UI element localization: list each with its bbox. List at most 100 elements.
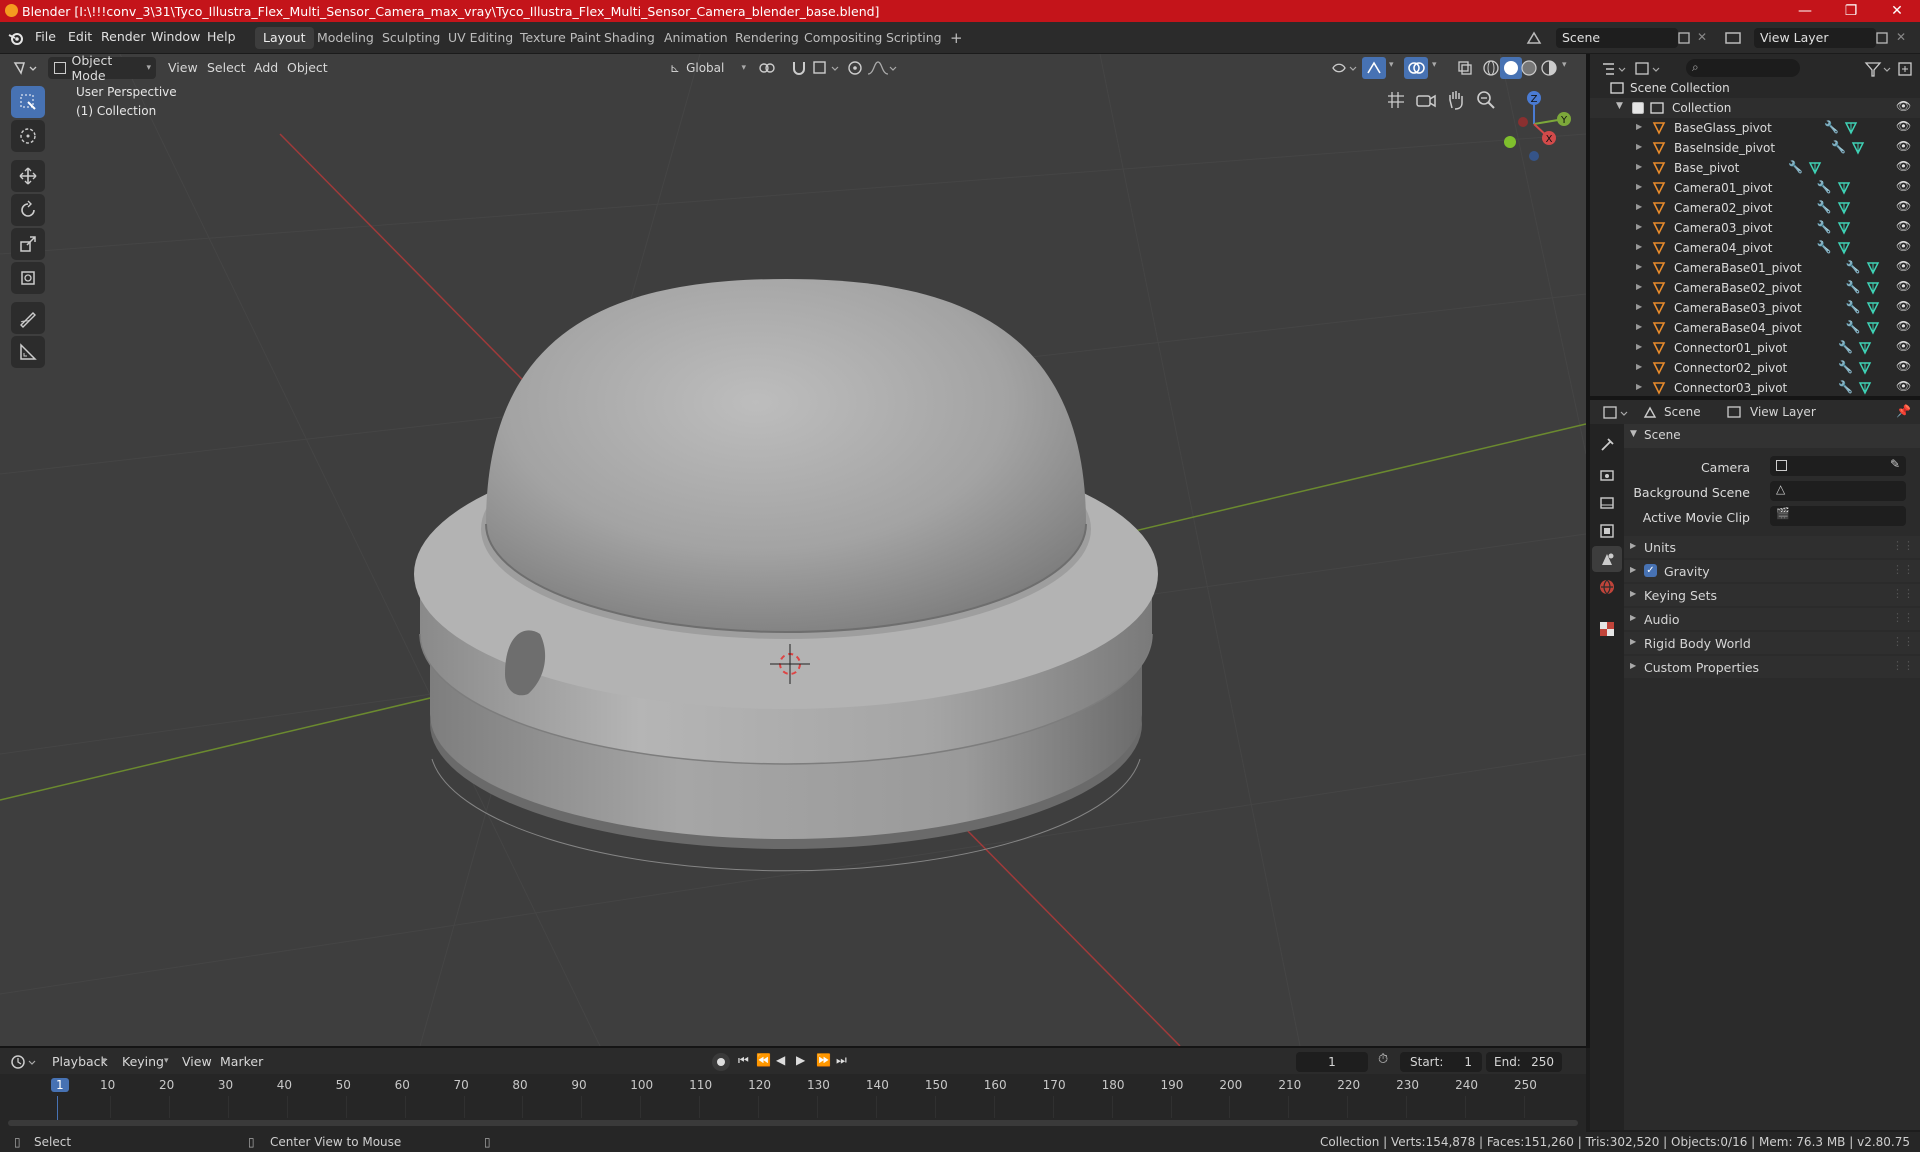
outliner-row-object[interactable]: ▶ Camera02_pivot 🔧 👁 bbox=[1590, 198, 1920, 218]
visibility-eye-icon[interactable]: 👁 bbox=[1896, 239, 1911, 253]
camera-field[interactable]: ✎ bbox=[1770, 456, 1906, 476]
mesh-data-icon[interactable] bbox=[1837, 181, 1851, 195]
expand-arrow-icon[interactable]: ▶ bbox=[1636, 282, 1642, 291]
drag-handle-icon[interactable]: ⋮⋮ bbox=[1892, 635, 1914, 648]
mesh-data-icon[interactable] bbox=[1808, 161, 1822, 175]
visibility-eye-icon[interactable]: 👁 bbox=[1896, 219, 1911, 233]
outliner-editor-type-icon[interactable] bbox=[1600, 60, 1628, 78]
panel-keying-sets[interactable]: ▶ Keying Sets ⋮⋮ bbox=[1624, 584, 1920, 606]
panel-gravity[interactable]: ▶ ✓ Gravity ⋮⋮ bbox=[1624, 560, 1920, 582]
visibility-eye-icon[interactable]: 👁 bbox=[1896, 139, 1911, 153]
output-tab-icon[interactable] bbox=[1598, 494, 1616, 512]
outliner-row-collection[interactable]: ▼ Collection 👁 bbox=[1590, 98, 1920, 118]
outliner-row-object[interactable]: ▶ Connector03_pivot 🔧 👁 bbox=[1590, 378, 1920, 398]
visibility-eye-icon[interactable]: 👁 bbox=[1896, 379, 1911, 393]
mesh-data-icon[interactable] bbox=[1844, 121, 1858, 135]
editor-type-icon[interactable] bbox=[12, 59, 38, 77]
visibility-eye-icon[interactable]: 👁 bbox=[1896, 359, 1911, 373]
visibility-eye-icon[interactable]: 👁 bbox=[1896, 179, 1911, 193]
chevron-down-icon[interactable]: ▾ bbox=[1432, 60, 1437, 70]
outliner-search-input[interactable]: ⌕ bbox=[1686, 59, 1800, 77]
viewport-menu-add[interactable]: Add bbox=[250, 58, 282, 78]
outliner-row-object[interactable]: ▶ Camera01_pivot 🔧 👁 bbox=[1590, 178, 1920, 198]
pan-view-icon[interactable] bbox=[1444, 88, 1468, 112]
properties-editor-type-icon[interactable] bbox=[1602, 404, 1630, 422]
mesh-data-icon[interactable] bbox=[1866, 261, 1880, 275]
tab-uv-editing[interactable]: UV Editing bbox=[440, 27, 521, 49]
filter-icon[interactable] bbox=[1864, 60, 1892, 78]
z-negative-axis[interactable] bbox=[1529, 151, 1539, 161]
close-button[interactable]: ✕ bbox=[1874, 0, 1920, 22]
modifier-icon[interactable]: 🔧 bbox=[1838, 360, 1853, 374]
mesh-data-icon[interactable] bbox=[1837, 241, 1851, 255]
xray-icon[interactable] bbox=[1456, 59, 1474, 77]
texture-tab-icon[interactable] bbox=[1598, 620, 1616, 638]
tab-shading[interactable]: Shading bbox=[596, 27, 663, 49]
expand-arrow-icon[interactable]: ▶ bbox=[1636, 162, 1642, 171]
new-view-layer-icon[interactable] bbox=[1874, 30, 1890, 46]
tab-scripting[interactable]: Scripting bbox=[878, 27, 950, 49]
display-mode-icon[interactable] bbox=[1634, 60, 1662, 78]
modifier-icon[interactable]: 🔧 bbox=[1817, 200, 1832, 214]
outliner-row-object[interactable]: ▶ Camera04_pivot 🔧 👁 bbox=[1590, 238, 1920, 258]
tab-animation[interactable]: Animation bbox=[656, 27, 736, 49]
outliner-row-object[interactable]: ▶ Base_pivot 🔧 👁 bbox=[1590, 158, 1920, 178]
mode-selector[interactable]: Object Mode ▾ bbox=[48, 54, 156, 83]
expand-arrow-icon[interactable]: ▶ bbox=[1636, 382, 1642, 391]
visibility-eye-icon[interactable]: 👁 bbox=[1896, 199, 1911, 213]
outliner-row-object[interactable]: ▶ BaseInside_pivot 🔧 👁 bbox=[1590, 138, 1920, 158]
drag-handle-icon[interactable]: ⋮⋮ bbox=[1892, 611, 1914, 624]
x-negative-axis[interactable] bbox=[1518, 117, 1528, 127]
outliner-row-object[interactable]: ▶ CameraBase04_pivot 🔧 👁 bbox=[1590, 318, 1920, 338]
world-tab-icon[interactable] bbox=[1598, 578, 1616, 596]
menu-help[interactable]: Help bbox=[207, 29, 236, 44]
gizmo-toggle-icon[interactable] bbox=[1362, 57, 1386, 79]
rendered-shading-icon[interactable] bbox=[1540, 59, 1558, 77]
timeline-scrollbar[interactable] bbox=[8, 1120, 1578, 1126]
camera-view-icon[interactable] bbox=[1414, 88, 1438, 112]
blender-menu-icon[interactable] bbox=[8, 30, 24, 46]
menu-window[interactable]: Window bbox=[151, 29, 200, 44]
drag-handle-icon[interactable]: ⋮⋮ bbox=[1892, 587, 1914, 600]
material-shading-icon[interactable] bbox=[1520, 59, 1538, 77]
scene-tab[interactable] bbox=[1592, 546, 1622, 572]
new-scene-icon[interactable] bbox=[1676, 30, 1692, 46]
add-workspace-button[interactable]: + bbox=[942, 27, 971, 49]
modifier-icon[interactable]: 🔧 bbox=[1846, 300, 1861, 314]
expand-arrow-icon[interactable]: ▶ bbox=[1636, 302, 1642, 311]
expand-arrow-icon[interactable]: ▶ bbox=[1636, 342, 1642, 351]
selectability-icon[interactable] bbox=[1330, 59, 1360, 77]
modifier-icon[interactable]: 🔧 bbox=[1838, 380, 1853, 394]
mesh-data-icon[interactable] bbox=[1837, 201, 1851, 215]
viewport-menu-object[interactable]: Object bbox=[283, 58, 332, 78]
expand-arrow-icon[interactable]: ▶ bbox=[1636, 182, 1642, 191]
mesh-data-icon[interactable] bbox=[1858, 381, 1872, 395]
view-layer-selector[interactable]: View Layer bbox=[1754, 28, 1876, 48]
pin-icon[interactable]: 📌 bbox=[1896, 404, 1911, 418]
outliner-row-object[interactable]: ▶ CameraBase03_pivot 🔧 👁 bbox=[1590, 298, 1920, 318]
toggle-grid-icon[interactable] bbox=[1384, 88, 1408, 112]
mesh-data-icon[interactable] bbox=[1837, 221, 1851, 235]
3d-viewport[interactable]: Object Mode ▾ View Select Add Object ⊾ G… bbox=[0, 54, 1586, 1046]
outliner-row-object[interactable]: ▶ Connector01_pivot 🔧 👁 bbox=[1590, 338, 1920, 358]
viewport-menu-view[interactable]: View bbox=[164, 58, 202, 78]
tab-texture-paint[interactable]: Texture Paint bbox=[512, 27, 609, 49]
view-layer-icon[interactable] bbox=[1724, 29, 1742, 47]
render-tab-icon[interactable] bbox=[1598, 466, 1616, 484]
camera-model[interactable] bbox=[414, 279, 1158, 872]
scene-icon[interactable] bbox=[1525, 29, 1543, 47]
collection-checkbox[interactable] bbox=[1632, 102, 1644, 114]
menu-edit[interactable]: Edit bbox=[68, 29, 92, 44]
active-movie-clip-field[interactable]: 🎬 bbox=[1770, 506, 1906, 526]
outliner-row-object[interactable]: ▶ Connector02_pivot 🔧 👁 bbox=[1590, 358, 1920, 378]
modifier-icon[interactable]: 🔧 bbox=[1838, 340, 1853, 354]
snap-icon[interactable] bbox=[790, 59, 808, 77]
new-collection-icon[interactable] bbox=[1896, 60, 1914, 78]
cursor-tool[interactable] bbox=[11, 120, 45, 152]
navigation-gizmo[interactable]: Z Y X bbox=[1492, 84, 1572, 164]
drag-handle-icon[interactable]: ⋮⋮ bbox=[1892, 659, 1914, 672]
modifier-icon[interactable]: 🔧 bbox=[1824, 120, 1839, 134]
modifier-icon[interactable]: 🔧 bbox=[1788, 160, 1803, 174]
y-negative-axis[interactable] bbox=[1504, 136, 1516, 148]
select-box-tool[interactable] bbox=[11, 86, 45, 118]
